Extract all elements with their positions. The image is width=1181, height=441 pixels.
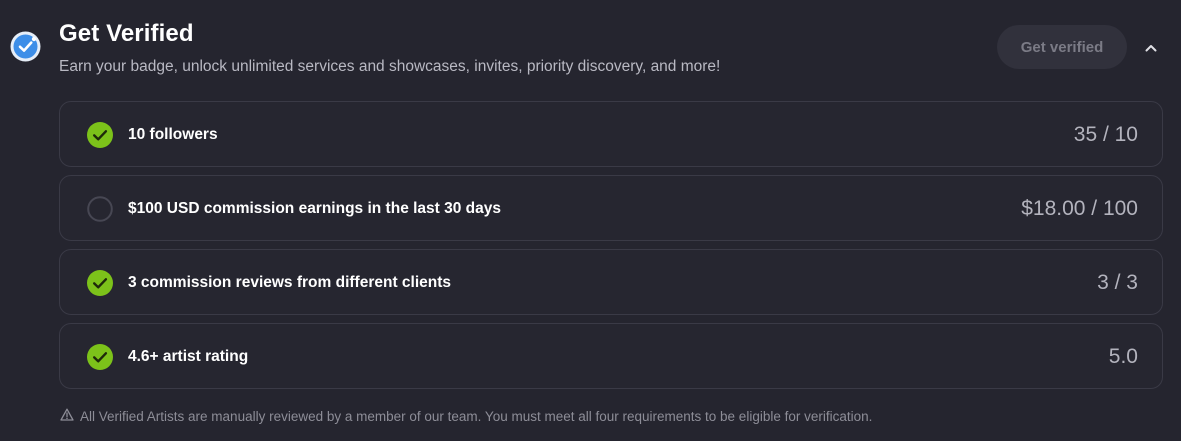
requirement-label: $100 USD commission earnings in the last…: [128, 200, 502, 217]
check-circle-icon: [87, 270, 113, 296]
requirement-label: 10 followers: [128, 126, 218, 143]
requirements-list: 10 followers 35 / 10 $100 USD commission…: [59, 101, 1163, 397]
requirement-followers: 10 followers 35 / 10: [59, 101, 1163, 167]
check-circle-icon: [87, 122, 113, 148]
get-verified-card: Get Verified Earn your badge, unlock unl…: [0, 0, 1181, 441]
requirement-progress: 3 / 3: [1097, 271, 1138, 294]
page-title: Get Verified: [59, 20, 194, 47]
requirement-progress: 35 / 10: [1073, 123, 1138, 146]
page-subtitle: Earn your badge, unlock unlimited servic…: [59, 58, 721, 75]
requirement-progress: $18.00 / 100: [1021, 197, 1138, 220]
requirement-earnings: $100 USD commission earnings in the last…: [59, 175, 1163, 241]
check-circle-icon: [87, 344, 113, 370]
chevron-up-icon[interactable]: [1139, 36, 1163, 60]
empty-circle-icon: [87, 196, 113, 222]
requirement-label: 3 commission reviews from different clie…: [128, 274, 452, 291]
requirement-rating: 4.6+ artist rating 5.0: [59, 323, 1163, 389]
verified-badge-icon: [10, 31, 41, 62]
requirement-progress: 5.0: [1108, 345, 1138, 368]
verification-footnote: All Verified Artists are manually review…: [60, 407, 872, 427]
requirement-reviews: 3 commission reviews from different clie…: [59, 249, 1163, 315]
requirement-label: 4.6+ artist rating: [128, 348, 249, 365]
warning-icon: [60, 407, 80, 427]
get-verified-button[interactable]: Get verified: [997, 25, 1127, 69]
footnote-text: All Verified Artists are manually review…: [80, 409, 873, 424]
